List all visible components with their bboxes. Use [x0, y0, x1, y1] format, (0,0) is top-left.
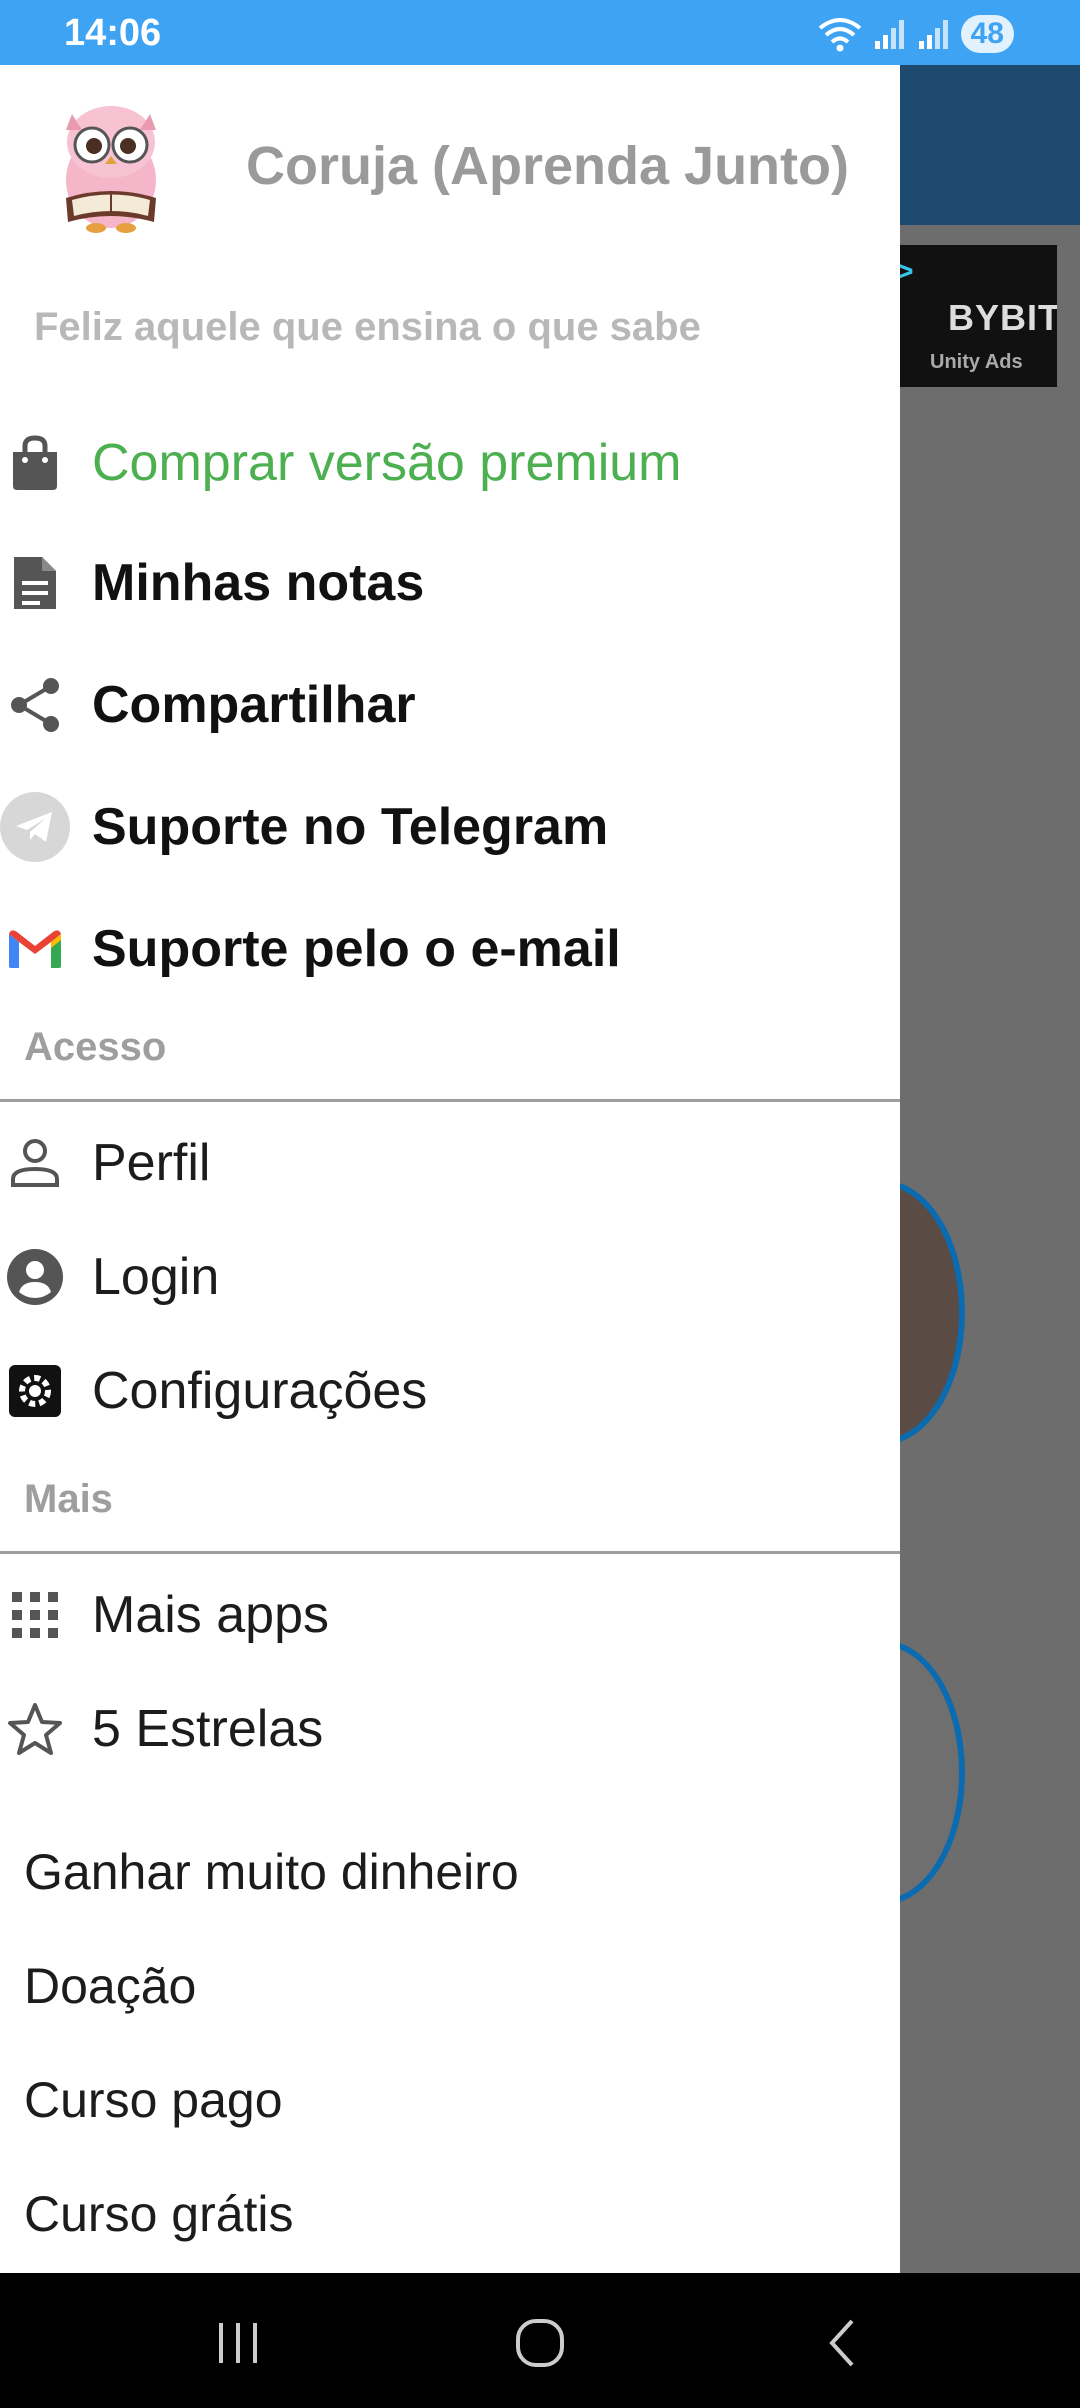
section-divider	[0, 1099, 900, 1102]
recent-apps-icon	[219, 2323, 257, 2363]
drawer-header: Coruja (Aprenda Junto) Feliz aquele que …	[0, 65, 900, 385]
owl-logo-icon	[36, 90, 186, 240]
ad-banner[interactable]: > BYBIT Unity Ads	[880, 245, 1057, 387]
menu-item-label: Suporte pelo o e-mail	[92, 920, 621, 978]
status-icons: 48	[817, 14, 1014, 54]
document-icon	[4, 552, 66, 614]
menu-item-label: Suporte no Telegram	[92, 798, 609, 856]
menu-item-donation[interactable]: Doação	[24, 1957, 196, 2015]
menu-item-settings[interactable]: Configurações	[0, 1351, 900, 1431]
menu-item-label: Minhas notas	[92, 554, 425, 612]
menu-item-label: Configurações	[92, 1362, 428, 1420]
menu-item-login[interactable]: Login	[0, 1237, 900, 1317]
status-time: 14:06	[64, 12, 162, 54]
app-title: Coruja (Aprenda Junto)	[246, 136, 849, 196]
recent-apps-button[interactable]	[208, 2313, 268, 2373]
menu-item-label: 5 Estrelas	[92, 1700, 324, 1758]
menu-item-buy-premium[interactable]: Comprar versão premium	[0, 423, 900, 503]
menu-item-telegram-support[interactable]: Suporte no Telegram	[0, 787, 900, 867]
ad-brand: BYBIT	[948, 297, 1057, 338]
back-icon	[829, 2319, 854, 2367]
signal-icon-2	[918, 20, 948, 49]
ad-network: Unity Ads	[930, 351, 1023, 373]
menu-item-label: Comprar versão premium	[92, 434, 682, 492]
menu-item-email-support[interactable]: Suporte pelo o e-mail	[0, 909, 900, 989]
section-header-more: Mais	[24, 1477, 113, 1521]
menu-item-more-apps[interactable]: Mais apps	[0, 1575, 900, 1655]
status-bar: 14:06 48	[0, 0, 1080, 65]
home-button[interactable]	[510, 2313, 570, 2373]
account-circle-icon	[4, 1246, 66, 1308]
menu-item-label: Compartilhar	[92, 676, 416, 734]
menu-item-earn-money[interactable]: Ganhar muito dinheiro	[24, 1843, 519, 1901]
menu-item-profile[interactable]: Perfil	[0, 1123, 900, 1203]
shopping-bag-icon	[4, 432, 66, 494]
gear-icon	[4, 1360, 66, 1422]
telegram-icon	[0, 792, 70, 862]
menu-item-paid-course[interactable]: Curso pago	[24, 2071, 283, 2129]
menu-item-label: Login	[92, 1248, 220, 1306]
menu-item-label: Perfil	[92, 1134, 211, 1192]
menu-item-share[interactable]: Compartilhar	[0, 665, 900, 745]
menu-item-my-notes[interactable]: Minhas notas	[0, 543, 900, 623]
battery-indicator: 48	[960, 15, 1014, 53]
system-navigation-bar	[0, 2273, 1080, 2408]
star-outline-icon	[4, 1698, 66, 1760]
person-outline-icon	[4, 1132, 66, 1194]
apps-grid-icon	[4, 1584, 66, 1646]
menu-item-rate-5-stars[interactable]: 5 Estrelas	[0, 1689, 900, 1769]
home-icon	[516, 2319, 564, 2367]
back-button[interactable]	[812, 2313, 872, 2373]
signal-icon	[874, 20, 904, 49]
navigation-drawer: Coruja (Aprenda Junto) Feliz aquele que …	[0, 65, 900, 2273]
section-header-access: Acesso	[24, 1025, 167, 1069]
gmail-icon	[4, 918, 66, 980]
share-icon	[4, 674, 66, 736]
app-tagline: Feliz aquele que ensina o que sabe	[34, 305, 701, 349]
section-divider	[0, 1551, 900, 1554]
menu-item-free-course[interactable]: Curso grátis	[24, 2185, 294, 2243]
menu-item-label: Mais apps	[92, 1586, 329, 1644]
wifi-icon	[818, 18, 861, 52]
